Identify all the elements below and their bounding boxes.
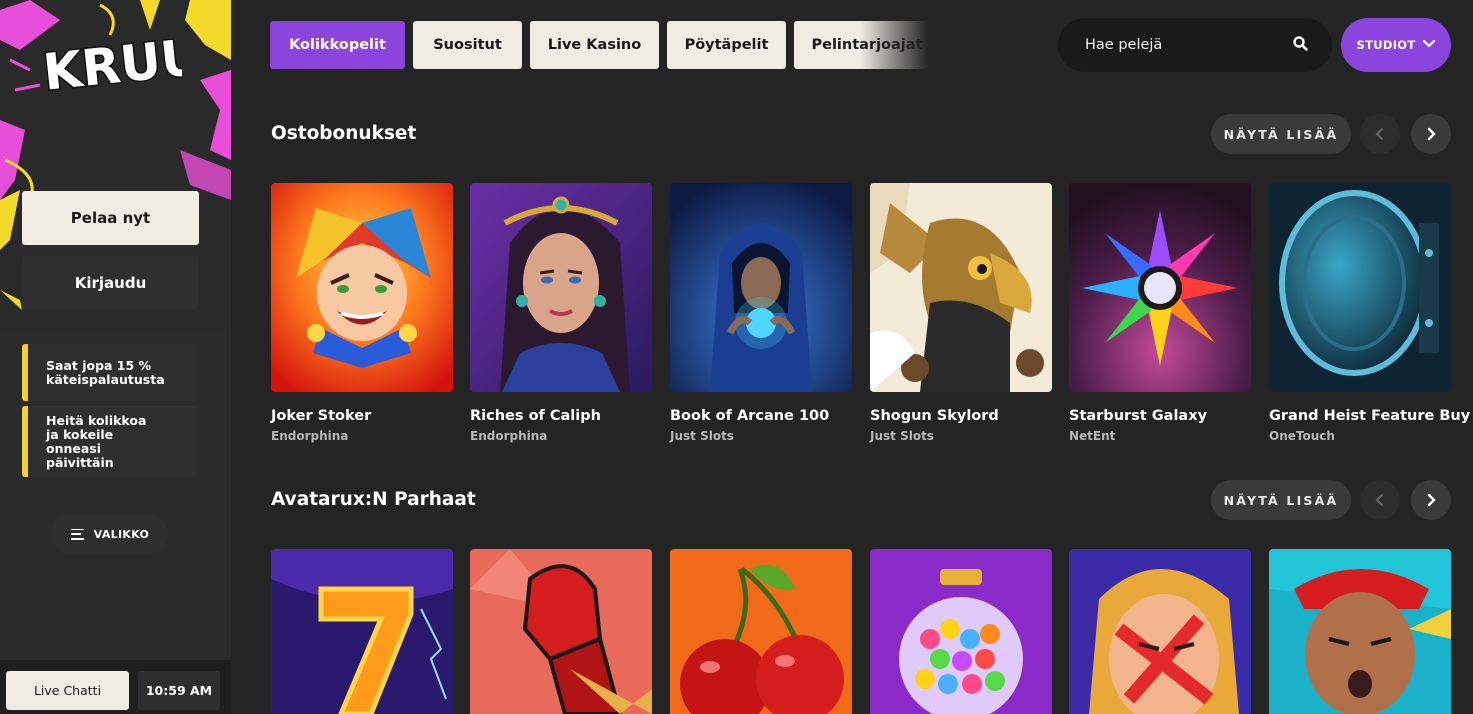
- game-thumbnail[interactable]: [1269, 549, 1451, 714]
- game-name: Starburst Galaxy: [1069, 408, 1208, 424]
- game-name: Grand Heist Feature Buy: [1269, 408, 1471, 424]
- game-card[interactable]: Joker Stoker Endorphina: [271, 183, 453, 443]
- game-card[interactable]: Riches of Caliph Endorphina: [470, 183, 652, 443]
- section-title: Avatarux:N Parhaat: [271, 489, 476, 510]
- section-title: Ostobonukset: [271, 123, 417, 144]
- chevron-left-icon: [1375, 127, 1384, 141]
- menu-label: VALIKKO: [93, 527, 150, 541]
- next-button[interactable]: [1411, 480, 1451, 520]
- game-provider: OneTouch: [1269, 429, 1335, 443]
- studios-label: STUDIOT: [1356, 38, 1416, 52]
- chevron-down-icon: [1422, 38, 1436, 52]
- game-thumbnail[interactable]: [870, 549, 1052, 714]
- promo-cashback[interactable]: Saat jopa 15 % käteispalautusta: [22, 344, 197, 401]
- game-provider: Just Slots: [870, 429, 934, 443]
- game-card[interactable]: [870, 549, 1052, 714]
- game-name: Riches of Caliph: [470, 408, 601, 424]
- game-provider: Endorphina: [271, 429, 349, 443]
- game-thumbnail[interactable]: [870, 183, 1052, 392]
- game-card[interactable]: [470, 549, 652, 714]
- game-thumbnail[interactable]: [470, 549, 652, 714]
- game-thumbnail[interactable]: [1069, 183, 1251, 392]
- logo-text: KRUUNA: [42, 36, 182, 102]
- game-thumbnail[interactable]: [1269, 183, 1451, 392]
- kruuna-logo[interactable]: KRUUNA: [39, 18, 231, 158]
- game-thumbnail[interactable]: [470, 183, 652, 392]
- hamburger-icon: [70, 528, 84, 540]
- game-card[interactable]: [271, 549, 453, 714]
- search-icon[interactable]: [1293, 35, 1308, 55]
- chevron-right-icon: [1427, 493, 1436, 507]
- studios-dropdown[interactable]: STUDIOT: [1341, 18, 1451, 72]
- game-provider: Just Slots: [670, 429, 734, 443]
- play-now-button[interactable]: Pelaa nyt: [22, 191, 199, 245]
- show-more-button[interactable]: NÄYTÄ LISÄÄ: [1211, 114, 1351, 154]
- game-thumbnail[interactable]: [271, 183, 453, 392]
- game-card[interactable]: Shogun Skylord Just Slots: [870, 183, 1052, 443]
- game-thumbnail[interactable]: [670, 549, 852, 714]
- game-provider: Endorphina: [470, 429, 548, 443]
- menu-button[interactable]: VALIKKO: [52, 514, 168, 554]
- live-chat-button[interactable]: Live Chatti: [6, 671, 129, 710]
- tab-table-games[interactable]: Pöytäpelit: [667, 21, 786, 69]
- search-bar[interactable]: [1058, 18, 1332, 72]
- game-card[interactable]: [670, 549, 852, 714]
- chevron-left-icon: [1375, 493, 1384, 507]
- game-thumbnail[interactable]: [670, 183, 852, 392]
- game-card[interactable]: [1069, 549, 1251, 714]
- clock: 10:59 AM: [138, 671, 220, 710]
- game-thumbnail[interactable]: [271, 549, 453, 714]
- previous-button[interactable]: [1360, 480, 1400, 520]
- tabs-fade-overlay: [860, 18, 940, 74]
- game-name: Book of Arcane 100: [670, 408, 830, 424]
- previous-button[interactable]: [1360, 114, 1400, 154]
- game-name: Joker Stoker: [271, 408, 372, 424]
- login-button[interactable]: Kirjaudu: [22, 256, 199, 309]
- next-button[interactable]: [1411, 114, 1451, 154]
- game-provider: NetEnt: [1069, 429, 1116, 443]
- promo-cashback-text: Saat jopa 15 % käteispalautusta: [46, 357, 165, 387]
- promo-coin-flip-text: Heitä kolikkoa ja kokeile onneasi päivit…: [46, 412, 147, 470]
- chevron-right-icon: [1427, 127, 1436, 141]
- show-more-button[interactable]: NÄYTÄ LISÄÄ: [1211, 480, 1351, 520]
- game-card[interactable]: Grand Heist Feature Buy OneTouch: [1269, 183, 1471, 443]
- game-card[interactable]: [1269, 549, 1451, 714]
- search-input[interactable]: [1085, 37, 1285, 53]
- game-name: Shogun Skylord: [870, 408, 999, 424]
- tab-popular[interactable]: Suositut: [413, 21, 522, 69]
- game-card[interactable]: Book of Arcane 100 Just Slots: [670, 183, 852, 443]
- game-card[interactable]: Starburst Galaxy NetEnt: [1069, 183, 1251, 443]
- game-thumbnail[interactable]: [1069, 549, 1251, 714]
- promo-coin-flip[interactable]: Heitä kolikkoa ja kokeile onneasi päivit…: [22, 406, 197, 477]
- tab-live-casino[interactable]: Live Kasino: [530, 21, 659, 69]
- tab-slots[interactable]: Kolikkopelit: [270, 21, 405, 69]
